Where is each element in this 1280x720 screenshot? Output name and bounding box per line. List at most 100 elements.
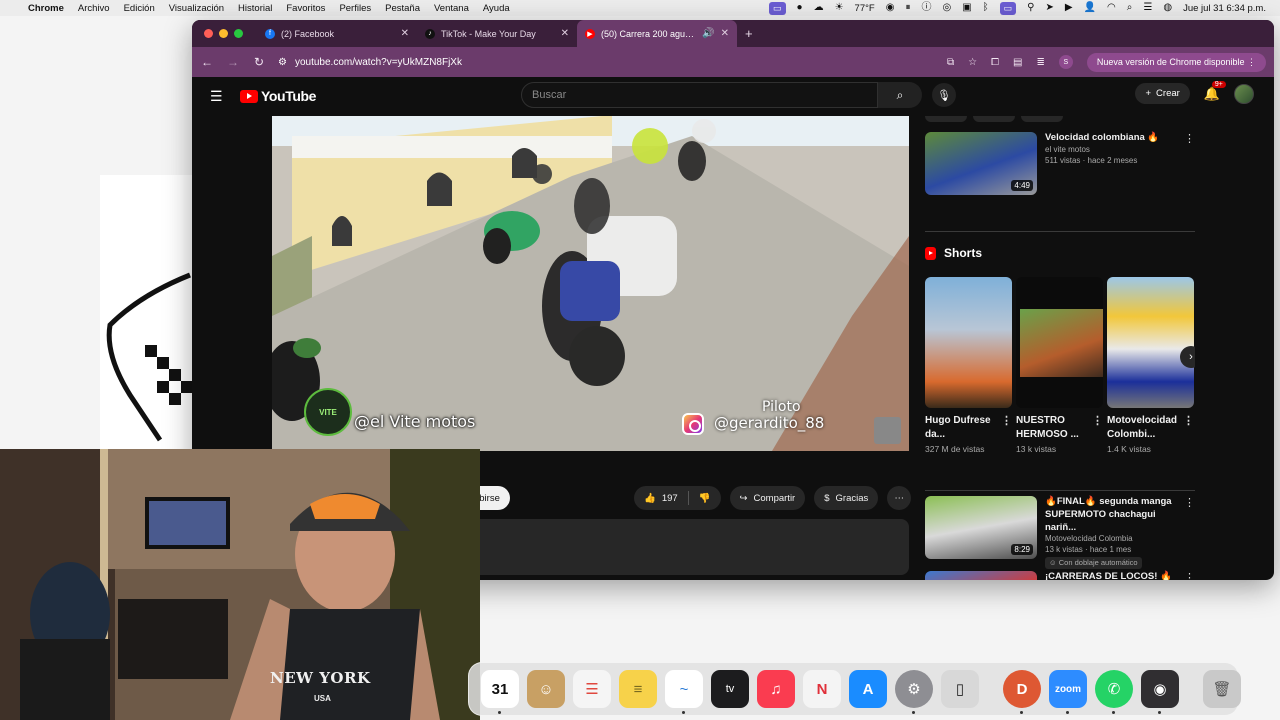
- menu-app-name[interactable]: Chrome: [28, 3, 64, 14]
- appstore-app-icon[interactable]: A: [849, 670, 887, 708]
- video-title[interactable]: Velocidad colombiana 🔥: [1045, 132, 1181, 145]
- chip[interactable]: [1021, 116, 1063, 122]
- more-vertical-icon[interactable]: ⋮: [1184, 132, 1195, 147]
- install-app-icon[interactable]: ⧉: [947, 57, 954, 68]
- menu-archivo[interactable]: Archivo: [78, 3, 110, 14]
- close-tab-icon[interactable]: ✕: [561, 28, 569, 39]
- info-icon[interactable]: ⓘ: [921, 0, 931, 16]
- reload-icon[interactable]: ↻: [252, 55, 266, 69]
- short-title[interactable]: Hugo Dufrese da...: [925, 415, 991, 440]
- tab-youtube-active[interactable]: ▶ (50) Carrera 200 agua y a 🔊 ✕: [577, 20, 737, 47]
- news-app-icon[interactable]: N: [803, 670, 841, 708]
- notes-app-icon[interactable]: ≡: [619, 670, 657, 708]
- screen-mirroring-icon[interactable]: ▭: [999, 1, 1017, 15]
- play-status-icon[interactable]: ▶: [1065, 0, 1073, 16]
- close-tab-icon[interactable]: ✕: [721, 28, 729, 39]
- more-vertical-icon[interactable]: ⋮: [1183, 414, 1194, 429]
- tab-facebook[interactable]: f (2) Facebook ✕: [257, 20, 417, 47]
- menu-favoritos[interactable]: Favoritos: [286, 3, 325, 14]
- wifi-icon[interactable]: ◠: [1107, 0, 1116, 16]
- video-thumbnail[interactable]: 8:29: [925, 496, 1037, 559]
- speaker-icon[interactable]: 🔊: [702, 28, 714, 39]
- thanks-button[interactable]: $ Gracias: [814, 486, 879, 510]
- site-info-icon[interactable]: ⚙: [278, 57, 287, 68]
- siri-icon[interactable]: ◍: [1163, 0, 1172, 16]
- url-text[interactable]: youtube.com/watch?v=yUkMZN8FjXk: [295, 57, 462, 68]
- voice-search-button[interactable]: 🎙: [932, 83, 956, 107]
- search-button[interactable]: ⌕: [878, 82, 922, 108]
- share-button[interactable]: ↪ Compartir: [729, 486, 806, 510]
- zoom-status-icon[interactable]: ●: [797, 0, 803, 16]
- video-title[interactable]: 🔥FINAL🔥 segunda manga SUPERMOTO chachagu…: [1045, 496, 1181, 534]
- youtube-logo[interactable]: YouTube: [240, 88, 316, 104]
- menu-historial[interactable]: Historial: [238, 3, 272, 14]
- menu-pestana[interactable]: Pestaña: [385, 3, 420, 14]
- settings-app-icon[interactable]: ⚙: [895, 670, 933, 714]
- menu-hamburger-icon[interactable]: ☰: [210, 88, 230, 105]
- chip[interactable]: [973, 116, 1015, 122]
- more-vertical-icon[interactable]: ⋮: [1092, 414, 1103, 429]
- chip[interactable]: [925, 116, 967, 122]
- notifications-button[interactable]: 🔔 9+: [1204, 80, 1226, 102]
- airdrop-icon[interactable]: ◎: [942, 0, 951, 16]
- user-icon[interactable]: 👤: [1084, 0, 1096, 16]
- pause-icon[interactable]: ⏸: [905, 0, 910, 16]
- create-button[interactable]: + Crear: [1135, 83, 1190, 104]
- bluetooth-icon[interactable]: ᛒ: [983, 0, 989, 16]
- zoom-window-button[interactable]: [234, 29, 243, 38]
- reminders-app-icon[interactable]: ☰: [573, 670, 611, 708]
- stage-manager-icon[interactable]: ▣: [962, 0, 971, 16]
- reading-list-icon[interactable]: ≣: [1037, 57, 1045, 68]
- menu-ventana[interactable]: Ventana: [434, 3, 469, 14]
- short-item[interactable]: NUESTRO HERMOSO ... ⋮ 13 k vistas: [1016, 277, 1103, 455]
- menubar-clock[interactable]: Jue jul 31 6:34 p.m.: [1183, 3, 1266, 14]
- search-input[interactable]: [532, 89, 877, 101]
- weather-icon[interactable]: ☀: [835, 0, 844, 16]
- record-icon[interactable]: ◉: [886, 0, 895, 16]
- menu-edicion[interactable]: Edición: [124, 3, 155, 14]
- screen-share-icon[interactable]: ▭: [769, 1, 786, 15]
- shorts-next-button[interactable]: ›: [1180, 346, 1195, 368]
- menu-visualizacion[interactable]: Visualización: [169, 3, 224, 14]
- minimize-window-button[interactable]: [219, 29, 228, 38]
- translate-icon[interactable]: ⚲: [1027, 0, 1034, 16]
- side-panel-icon[interactable]: ▤: [1013, 57, 1022, 68]
- video-thumbnail[interactable]: 4:49: [925, 132, 1037, 195]
- video-title[interactable]: ¡CARRERAS DE LOCOS! 🔥 DEL MOTOCROSS A LA…: [1045, 571, 1181, 580]
- duckduckgo-app-icon[interactable]: D: [1003, 670, 1041, 714]
- weather-temp[interactable]: 77°F: [855, 3, 875, 14]
- short-item[interactable]: Motovelocidad Colombi... ⋮ 1.4 K vistas: [1107, 277, 1194, 455]
- control-center-icon[interactable]: ☰: [1143, 0, 1152, 16]
- omnibox[interactable]: ⚙ youtube.com/watch?v=yUkMZN8FjXk: [278, 57, 878, 68]
- recommended-video[interactable]: ¡CARRERAS DE LOCOS! 🔥 DEL MOTOCROSS A LA…: [925, 571, 1195, 580]
- video-player[interactable]: VITE @el Vite motos Piloto @gerardito_88: [272, 116, 909, 451]
- new-tab-button[interactable]: +: [737, 26, 753, 41]
- cloud-icon[interactable]: ☁: [814, 0, 824, 16]
- more-vertical-icon[interactable]: ⋮: [1184, 496, 1195, 511]
- account-avatar[interactable]: [1234, 83, 1254, 104]
- back-arrow-icon[interactable]: ←: [200, 55, 214, 69]
- chrome-update-button[interactable]: Nueva versión de Chrome disponible ⋮: [1086, 52, 1266, 72]
- close-window-button[interactable]: [204, 29, 213, 38]
- contacts-app-icon[interactable]: ☺: [527, 670, 565, 708]
- obs-app-icon[interactable]: ◉: [1141, 670, 1179, 714]
- channel-name[interactable]: el vite motos: [1045, 145, 1181, 156]
- short-title[interactable]: Motovelocidad Colombi...: [1107, 415, 1177, 440]
- more-vertical-icon[interactable]: ⋮: [1001, 414, 1012, 429]
- close-tab-icon[interactable]: ✕: [401, 28, 409, 39]
- like-button[interactable]: 👍 197 👎: [634, 486, 721, 510]
- profile-avatar[interactable]: S: [1058, 55, 1073, 69]
- recommended-video[interactable]: 4:49 Velocidad colombiana 🔥 el vite moto…: [925, 132, 1195, 195]
- short-title[interactable]: NUESTRO HERMOSO ...: [1016, 415, 1079, 440]
- thumbs-down-icon[interactable]: 👎: [699, 493, 711, 504]
- more-vertical-icon[interactable]: ⋮: [1184, 571, 1195, 580]
- short-item[interactable]: Hugo Dufrese da... ⋮ 327 M de vistas: [925, 277, 1012, 455]
- search-box[interactable]: [521, 82, 878, 108]
- iphone-mirroring-app-icon[interactable]: ▯: [941, 670, 979, 708]
- appletv-app-icon[interactable]: tv: [711, 670, 749, 708]
- location-icon[interactable]: ➤: [1045, 0, 1053, 16]
- music-app-icon[interactable]: ♫: [757, 670, 795, 708]
- short-thumbnail[interactable]: [1107, 277, 1194, 408]
- short-thumbnail[interactable]: [1016, 277, 1103, 408]
- spotlight-search-icon[interactable]: ⌕: [1127, 0, 1133, 16]
